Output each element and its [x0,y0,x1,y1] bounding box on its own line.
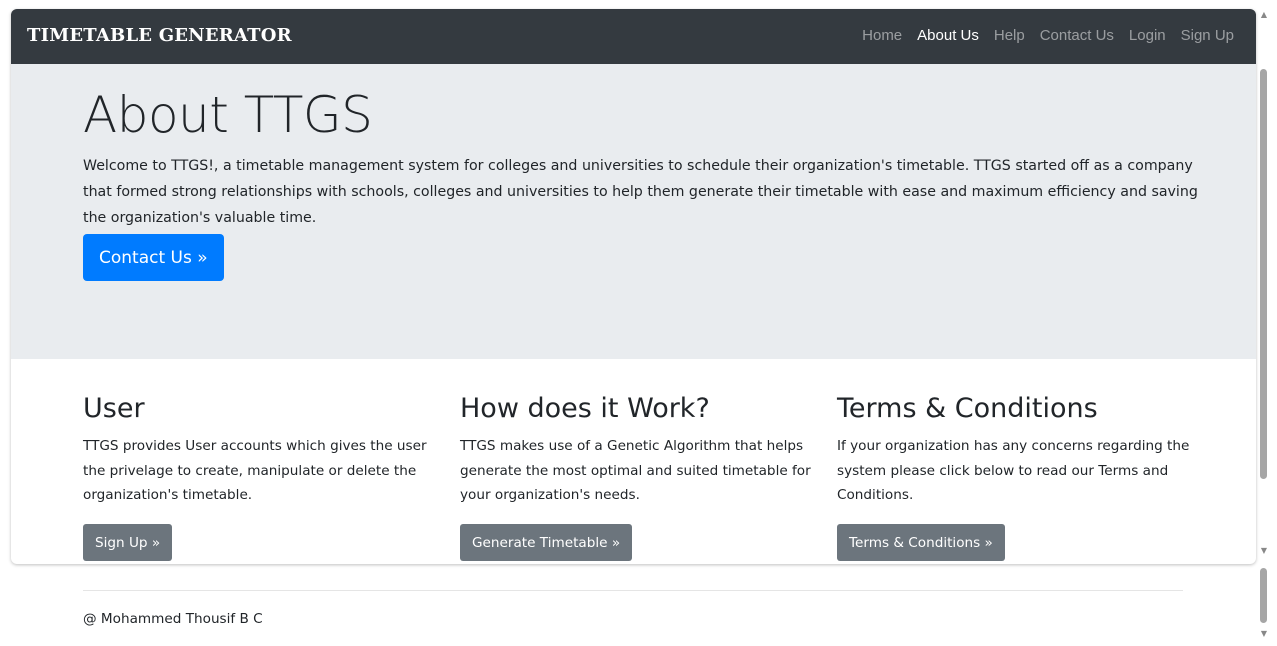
sign-up-button[interactable]: Sign Up » [83,524,173,561]
user-column: User TTGS provides User accounts which g… [83,393,438,508]
terms-text: If your organization has any concerns re… [837,438,1190,503]
terms-column: Terms & Conditions If your organization … [837,393,1192,508]
scroll-down-arrow-icon[interactable]: ▼ [1260,547,1268,555]
footer-text: @ Mohammed Thousif B C [83,611,263,627]
outer-scroll-thumb[interactable] [1260,568,1267,623]
outer-scrollbar[interactable]: ▼ [1258,566,1270,646]
user-text: TTGS provides User accounts which gives … [83,438,427,503]
jumbotron: About TTGS Welcome to TTGS!, a timetable… [11,64,1256,359]
page-title: About TTGS [83,86,373,144]
nav-about-us[interactable]: About Us [917,27,979,44]
navbar: TIMETABLE GENERATOR Home About Us Help C… [11,9,1256,64]
nav-sign-up[interactable]: Sign Up [1181,27,1234,44]
nav-home[interactable]: Home [862,27,902,44]
terms-heading: Terms & Conditions [837,393,1098,424]
scroll-thumb[interactable] [1260,69,1267,479]
contact-us-button[interactable]: Contact Us » [83,234,224,281]
jumbotron-description: Welcome to TTGS!, a timetable management… [83,158,1198,226]
nav-links: Home About Us Help Contact Us Login Sign… [862,27,1234,44]
how-it-works-text: TTGS makes use of a Genetic Algorithm th… [460,438,811,503]
inner-scrollbar[interactable]: ▲ ▼ [1258,9,1270,564]
footer-divider [83,590,1183,591]
how-it-works-column: How does it Work? TTGS makes use of a Ge… [460,393,815,508]
how-it-works-heading: How does it Work? [460,393,710,424]
nav-help[interactable]: Help [994,27,1025,44]
terms-conditions-button[interactable]: Terms & Conditions » [837,524,1005,561]
generate-timetable-button[interactable]: Generate Timetable » [460,524,633,561]
user-heading: User [83,393,145,424]
scroll-up-arrow-icon[interactable]: ▲ [1260,11,1268,19]
brand-logo[interactable]: TIMETABLE GENERATOR [27,25,292,46]
outer-scroll-down-arrow-icon[interactable]: ▼ [1260,630,1268,638]
nav-login[interactable]: Login [1129,27,1166,44]
content-frame: TIMETABLE GENERATOR Home About Us Help C… [11,9,1256,564]
nav-contact-us[interactable]: Contact Us [1040,27,1114,44]
